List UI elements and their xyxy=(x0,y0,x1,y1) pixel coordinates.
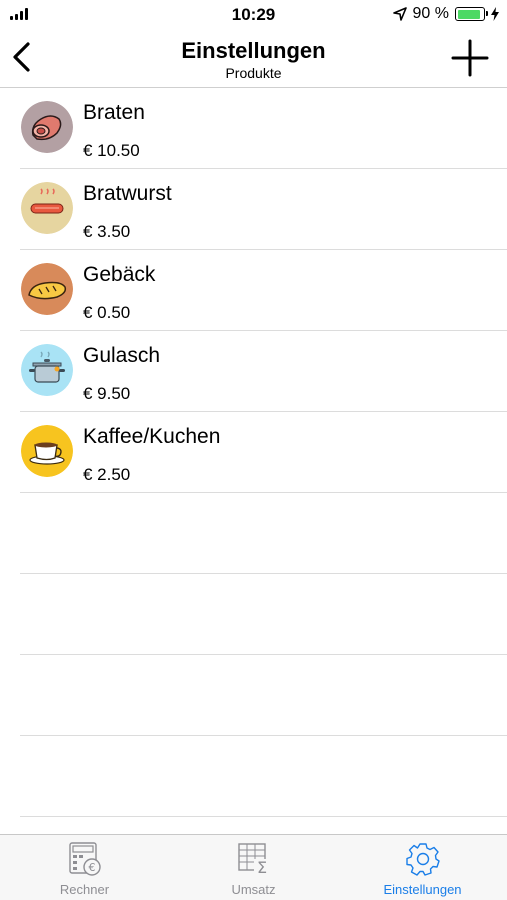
svg-text:€: € xyxy=(88,861,95,874)
battery-icon xyxy=(455,7,488,21)
product-name: Braten xyxy=(83,101,145,124)
product-row-braten[interactable]: Braten € 10.50 xyxy=(20,88,507,169)
product-list: Braten € 10.50 Bratwurst € 3.50 Gebäck €… xyxy=(0,88,507,817)
sausage-icon xyxy=(21,182,73,234)
roast-icon xyxy=(21,101,73,153)
product-row-gulasch[interactable]: Gulasch € 9.50 xyxy=(20,331,507,412)
coffee-icon xyxy=(21,425,73,477)
screen: 10:29 90 % Einstellungen Produkte Braten… xyxy=(0,0,507,900)
add-product-button[interactable] xyxy=(451,39,489,77)
gear-icon xyxy=(405,843,440,876)
navigation-bar: Einstellungen Produkte xyxy=(0,30,507,88)
svg-text:Σ: Σ xyxy=(256,858,266,877)
empty-row xyxy=(20,736,507,817)
status-right: 90 % xyxy=(392,5,499,23)
charging-icon xyxy=(491,7,499,21)
product-name: Kaffee/Kuchen xyxy=(83,425,221,448)
tab-umsatz[interactable]: Σ Umsatz xyxy=(169,835,338,900)
product-row-gebaeck[interactable]: Gebäck € 0.50 xyxy=(20,250,507,331)
product-name: Gulasch xyxy=(83,344,161,367)
product-price: € 9.50 xyxy=(83,384,131,403)
product-name: Bratwurst xyxy=(83,182,172,205)
location-icon xyxy=(392,7,407,21)
empty-row xyxy=(20,655,507,736)
pot-icon xyxy=(21,344,73,396)
empty-row xyxy=(20,574,507,655)
status-bar: 10:29 90 % xyxy=(0,0,507,30)
page-title: Einstellungen xyxy=(181,38,326,63)
tab-bar: € Rechner Σ Umsatz Einstellungen xyxy=(0,834,507,900)
tab-label: Umsatz xyxy=(231,882,276,897)
tab-rechner[interactable]: € Rechner xyxy=(0,835,169,900)
bread-icon xyxy=(21,263,73,315)
tab-einstellungen[interactable]: Einstellungen xyxy=(338,835,507,900)
page-subtitle: Produkte xyxy=(225,65,282,81)
product-row-kaffee-kuchen[interactable]: Kaffee/Kuchen € 2.50 xyxy=(20,412,507,493)
product-price: € 3.50 xyxy=(83,222,131,241)
calculator-icon: € xyxy=(68,842,101,876)
product-row-bratwurst[interactable]: Bratwurst € 3.50 xyxy=(20,169,507,250)
battery-percent: 90 % xyxy=(412,5,449,22)
tab-label: Einstellungen xyxy=(383,882,462,897)
product-price: € 10.50 xyxy=(83,141,140,160)
product-price: € 2.50 xyxy=(83,465,131,484)
product-name: Gebäck xyxy=(83,263,156,286)
empty-row xyxy=(20,493,507,574)
tab-label: Rechner xyxy=(59,882,110,897)
spreadsheet-icon: Σ xyxy=(237,843,270,877)
product-price: € 0.50 xyxy=(83,303,131,322)
